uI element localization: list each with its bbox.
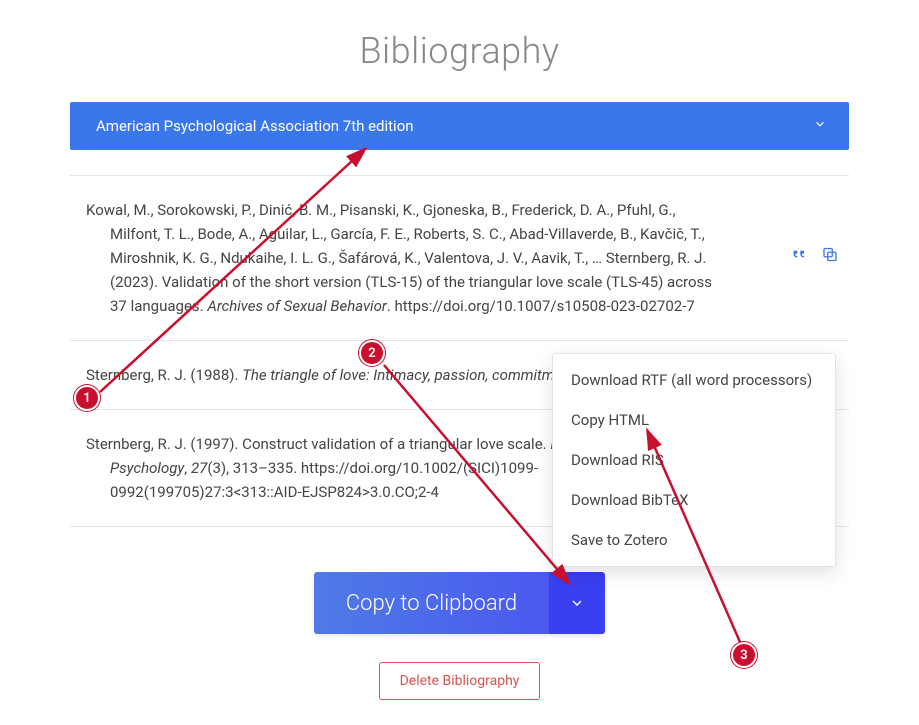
menu-item-download-bibtex[interactable]: Download BibTeX xyxy=(553,480,835,520)
entry-italic: The triangle of love: Intimacy, passion,… xyxy=(242,366,575,384)
chevron-down-icon xyxy=(813,117,827,135)
entry-actions xyxy=(789,246,839,271)
entry-text: Sternberg, R. J. (1988). xyxy=(86,366,242,384)
annotation-badge-3: 3 xyxy=(731,642,757,668)
entry-suffix: . https://doi.org/10.1007/s10508-023-027… xyxy=(387,297,695,315)
annotation-badge-1: 1 xyxy=(74,385,100,411)
page-title: Bibliography xyxy=(70,30,849,72)
citation-style-label: American Psychological Association 7th e… xyxy=(96,117,414,135)
copy-to-clipboard-split-button: Copy to Clipboard xyxy=(314,572,605,634)
copy-dropdown-toggle[interactable] xyxy=(549,572,605,634)
menu-item-download-rtf[interactable]: Download RTF (all word processors) xyxy=(553,360,835,400)
entry-italic: Archives of Sexual Behavior xyxy=(207,297,387,315)
copy-button-label: Copy to Clipboard xyxy=(346,591,517,616)
citation-style-select[interactable]: American Psychological Association 7th e… xyxy=(70,102,849,150)
entry-sep: , xyxy=(184,459,191,477)
menu-item-download-ris[interactable]: Download RIS xyxy=(553,440,835,480)
entry-italic2: 27 xyxy=(191,459,207,477)
copy-to-clipboard-button[interactable]: Copy to Clipboard xyxy=(314,572,549,634)
menu-item-copy-html[interactable]: Copy HTML xyxy=(553,400,835,440)
entry-text: Sternberg, R. J. (1997). Construct valid… xyxy=(86,435,550,453)
annotation-badge-2: 2 xyxy=(359,340,385,366)
copy-icon[interactable] xyxy=(821,246,839,271)
export-dropdown-menu: Download RTF (all word processors) Copy … xyxy=(552,353,836,567)
menu-item-save-zotero[interactable]: Save to Zotero xyxy=(553,520,835,560)
quote-icon[interactable] xyxy=(789,246,807,271)
delete-bibliography-button[interactable]: Delete Bibliography xyxy=(379,662,541,700)
bibliography-entry: Kowal, M., Sorokowski, P., Dinić, B. M.,… xyxy=(70,175,849,340)
delete-button-label: Delete Bibliography xyxy=(400,673,520,689)
